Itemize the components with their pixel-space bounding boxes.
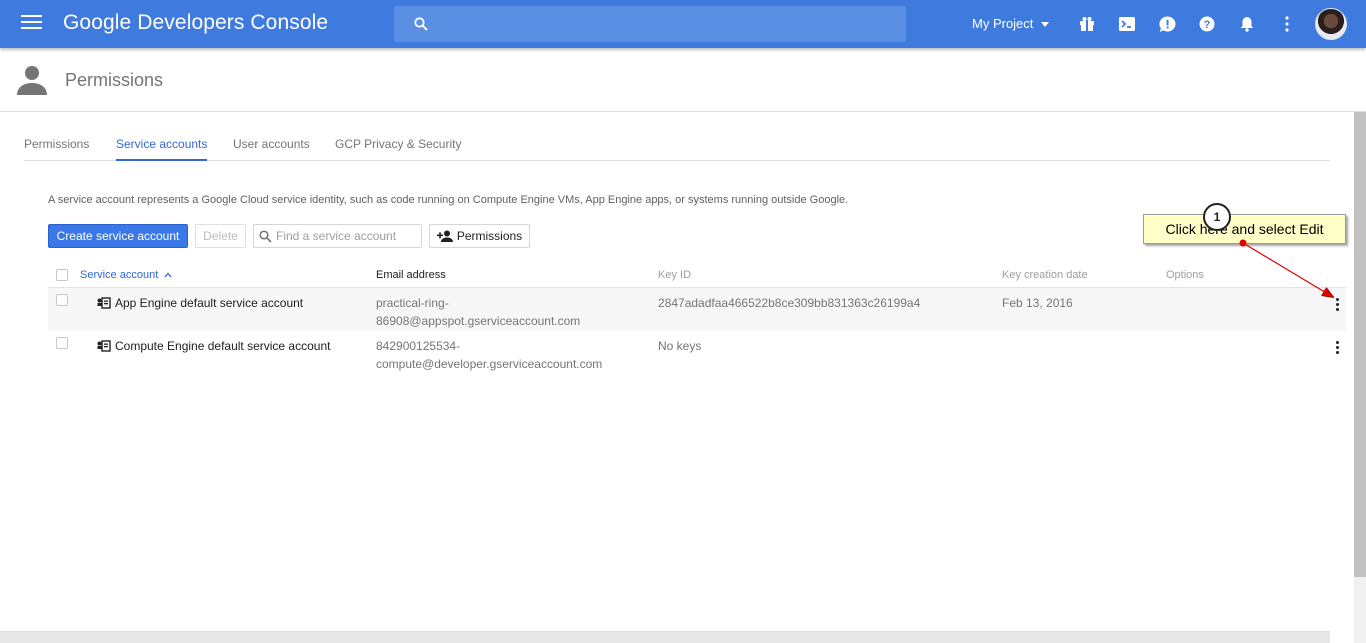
service-account-description: A service account represents a Google Cl… bbox=[48, 194, 849, 206]
row-checkbox[interactable] bbox=[56, 294, 68, 306]
search-icon bbox=[259, 230, 272, 243]
email-line-1: practical-ring- bbox=[376, 296, 449, 310]
terminal-icon[interactable] bbox=[1117, 14, 1137, 34]
tab-bar: Permissions Service accounts User accoun… bbox=[24, 133, 1330, 161]
table-header: Service account Email address Key ID Key… bbox=[48, 262, 1346, 288]
service-account-name[interactable]: Compute Engine default service account bbox=[97, 337, 330, 355]
key-id: No keys bbox=[658, 339, 702, 353]
dropdown-caret-icon bbox=[1041, 22, 1050, 28]
sort-ascending-icon bbox=[164, 272, 172, 278]
service-account-email: 842900125534- compute@developer.gservice… bbox=[376, 337, 616, 373]
feedback-icon[interactable] bbox=[1157, 14, 1177, 34]
key-creation-date: Feb 13, 2016 bbox=[1002, 296, 1073, 310]
gift-icon[interactable] bbox=[1077, 14, 1097, 34]
service-account-icon bbox=[97, 340, 111, 352]
row-options-icon[interactable] bbox=[1331, 338, 1343, 356]
create-service-account-button[interactable]: Create service account bbox=[48, 224, 188, 248]
add-person-icon bbox=[436, 230, 453, 242]
page-header: Permissions bbox=[0, 48, 1366, 112]
more-vert-icon[interactable] bbox=[1277, 14, 1297, 34]
tab-user-accounts[interactable]: User accounts bbox=[233, 137, 310, 159]
search-bar[interactable] bbox=[394, 6, 906, 42]
service-account-name-label: App Engine default service account bbox=[115, 296, 304, 310]
page-title: Permissions bbox=[65, 70, 164, 90]
search-icon bbox=[414, 17, 428, 31]
find-service-account-field[interactable] bbox=[253, 224, 422, 248]
email-line-1: 842900125534- bbox=[376, 339, 461, 353]
service-account-email: practical-ring- 86908@appspot.gserviceac… bbox=[376, 294, 616, 330]
hamburger-menu-icon[interactable] bbox=[21, 15, 42, 33]
project-selector[interactable]: My Project bbox=[972, 16, 1050, 31]
service-account-name-label: Compute Engine default service account bbox=[115, 339, 331, 353]
bottom-bar bbox=[0, 631, 1330, 643]
svg-text:?: ? bbox=[1204, 19, 1211, 31]
find-service-account-input[interactable] bbox=[276, 228, 418, 244]
header-service-account[interactable]: Service account bbox=[80, 269, 172, 281]
header-email-address: Email address bbox=[376, 269, 446, 281]
vertical-scrollbar[interactable] bbox=[1354, 112, 1366, 577]
header-options: Options bbox=[1166, 269, 1204, 281]
tab-service-accounts[interactable]: Service accounts bbox=[116, 137, 208, 161]
table-row[interactable]: App Engine default service account pract… bbox=[48, 288, 1346, 331]
permissions-button[interactable]: Permissions bbox=[429, 224, 530, 248]
annotation-callout: Click here and select Edit bbox=[1143, 214, 1346, 244]
header-service-account-label: Service account bbox=[80, 269, 159, 281]
tab-permissions[interactable]: Permissions bbox=[24, 137, 89, 159]
service-account-icon bbox=[97, 297, 111, 309]
app-bar: Google Developers Console My Project ? bbox=[0, 0, 1366, 48]
project-label: My Project bbox=[972, 16, 1034, 31]
service-account-name[interactable]: App Engine default service account bbox=[97, 294, 303, 312]
select-all-checkbox[interactable] bbox=[56, 269, 68, 281]
permissions-button-label: Permissions bbox=[456, 229, 523, 243]
brand-product: Developers Console bbox=[137, 11, 329, 34]
service-accounts-table: Service account Email address Key ID Key… bbox=[48, 262, 1346, 374]
tab-gcp-privacy-security[interactable]: GCP Privacy & Security bbox=[335, 137, 461, 159]
scrollbar-track[interactable] bbox=[1354, 577, 1366, 643]
help-icon[interactable]: ? bbox=[1197, 14, 1217, 34]
delete-button: Delete bbox=[195, 224, 246, 248]
header-key-creation-date: Key creation date bbox=[1002, 269, 1088, 281]
email-line-2: compute@developer.gserviceaccount.com bbox=[376, 357, 603, 371]
person-icon bbox=[17, 66, 47, 95]
key-id: 2847adadfaa466522b8ce309bb831363c26199a4 bbox=[658, 296, 921, 310]
email-line-2: 86908@appspot.gserviceaccount.com bbox=[376, 314, 581, 328]
app-brand[interactable]: Google Developers Console bbox=[63, 11, 328, 35]
header-key-id: Key ID bbox=[658, 269, 692, 281]
notifications-icon[interactable] bbox=[1237, 14, 1257, 34]
row-checkbox[interactable] bbox=[56, 337, 68, 349]
annotation-step-number: 1 bbox=[1203, 203, 1231, 231]
table-row[interactable]: Compute Engine default service account 8… bbox=[48, 331, 1346, 374]
avatar[interactable] bbox=[1315, 8, 1347, 40]
row-options-icon[interactable] bbox=[1331, 295, 1343, 313]
brand-google: Google bbox=[63, 11, 132, 34]
